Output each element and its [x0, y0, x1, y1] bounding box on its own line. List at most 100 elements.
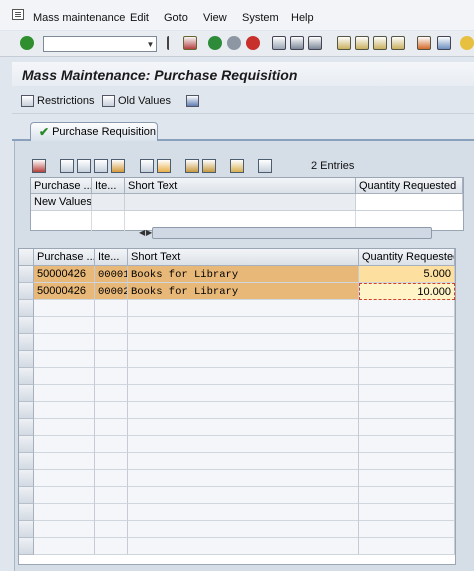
empty-cell[interactable] — [95, 538, 128, 555]
empty-cell[interactable] — [359, 402, 455, 419]
row-selector[interactable] — [19, 470, 34, 487]
find-icon[interactable] — [290, 36, 304, 50]
print-preview-icon[interactable] — [258, 159, 272, 173]
empty-cell[interactable] — [359, 368, 455, 385]
empty-cell[interactable] — [128, 368, 359, 385]
empty-cell[interactable] — [128, 317, 359, 334]
empty-cell[interactable] — [95, 317, 128, 334]
row-selector[interactable] — [19, 504, 34, 521]
empty-cell[interactable] — [128, 453, 359, 470]
empty-cell[interactable] — [359, 470, 455, 487]
row-selector[interactable] — [19, 453, 34, 470]
empty-cell[interactable] — [95, 436, 128, 453]
empty-cell[interactable] — [359, 385, 455, 402]
empty-cell[interactable] — [128, 419, 359, 436]
empty-cell[interactable] — [34, 504, 95, 521]
header-purchase[interactable]: Purchase ... — [34, 249, 95, 266]
sum-icon[interactable] — [230, 159, 244, 173]
select-all-rows-icon[interactable] — [19, 249, 34, 266]
sort-ascending-icon[interactable] — [185, 159, 199, 173]
row-selector[interactable] — [19, 368, 34, 385]
row-selector[interactable] — [19, 402, 34, 419]
empty-cell[interactable] — [95, 521, 128, 538]
cell-item[interactable]: 00002 — [95, 283, 128, 300]
empty-cell[interactable] — [359, 487, 455, 504]
empty-cell[interactable] — [34, 453, 95, 470]
empty-cell[interactable] — [128, 436, 359, 453]
help-icon[interactable] — [460, 36, 474, 50]
upper-header-item[interactable]: Ite... — [92, 178, 125, 194]
cell-purchase[interactable]: 50000426 — [34, 266, 95, 283]
empty-cell[interactable] — [128, 300, 359, 317]
empty-cell[interactable] — [128, 385, 359, 402]
row-selector[interactable] — [19, 436, 34, 453]
empty-cell[interactable] — [359, 351, 455, 368]
empty-cell[interactable] — [34, 538, 95, 555]
first-page-icon[interactable] — [337, 36, 351, 50]
empty-cell[interactable] — [95, 300, 128, 317]
row-selector[interactable] — [19, 283, 34, 300]
command-field[interactable] — [43, 36, 157, 52]
empty-cell[interactable] — [128, 538, 359, 555]
row-selector[interactable] — [19, 334, 34, 351]
cancel-icon[interactable] — [246, 36, 260, 50]
back-icon[interactable] — [208, 36, 222, 50]
row-selector[interactable] — [19, 300, 34, 317]
header-short-text[interactable]: Short Text — [128, 249, 359, 266]
empty-cell[interactable] — [95, 402, 128, 419]
save-icon[interactable] — [183, 36, 197, 50]
empty-cell[interactable] — [34, 521, 95, 538]
filter-icon[interactable] — [202, 159, 216, 173]
upper-header-purchase[interactable]: Purchase ... — [31, 178, 92, 194]
menu-help[interactable]: Help — [291, 12, 314, 24]
chevron-down-icon[interactable]: ▼ — [145, 37, 156, 51]
menu-system[interactable]: System — [242, 12, 279, 24]
prev-page-icon[interactable] — [355, 36, 369, 50]
empty-cell[interactable] — [128, 487, 359, 504]
last-page-icon[interactable] — [391, 36, 405, 50]
menu-view[interactable]: View — [203, 12, 227, 24]
empty-cell[interactable] — [34, 385, 95, 402]
empty-cell[interactable] — [128, 351, 359, 368]
new-session-icon[interactable] — [417, 36, 431, 50]
row-selector[interactable] — [19, 317, 34, 334]
row-selector[interactable] — [19, 538, 34, 555]
print-icon[interactable] — [272, 36, 286, 50]
row-selector[interactable] — [19, 487, 34, 504]
cell-item[interactable]: 00001 — [95, 266, 128, 283]
cell-quantity[interactable]: 5.000 — [359, 266, 455, 283]
upper-header-short-text[interactable]: Short Text — [125, 178, 356, 194]
empty-cell[interactable] — [95, 504, 128, 521]
empty-cell[interactable] — [34, 334, 95, 351]
refresh-button[interactable] — [186, 95, 199, 107]
empty-cell[interactable] — [128, 504, 359, 521]
shortcut-icon[interactable] — [437, 36, 451, 50]
next-page-icon[interactable] — [373, 36, 387, 50]
cell-quantity-focused[interactable]: 10.000 — [359, 283, 455, 300]
menu-goto[interactable]: Goto — [164, 12, 188, 24]
empty-cell[interactable] — [128, 521, 359, 538]
horizontal-scrollbar[interactable] — [152, 227, 432, 239]
empty-cell[interactable] — [95, 470, 128, 487]
empty-cell[interactable] — [95, 453, 128, 470]
empty-cell[interactable] — [128, 334, 359, 351]
header-quantity[interactable]: Quantity Requested — [359, 249, 455, 266]
scroll-left-icon[interactable]: ◀ — [139, 228, 145, 237]
empty-cell[interactable] — [95, 419, 128, 436]
cell-purchase[interactable]: 50000426 — [34, 283, 95, 300]
empty-cell[interactable] — [95, 334, 128, 351]
row-selector[interactable] — [19, 385, 34, 402]
layout-icon[interactable] — [157, 159, 171, 173]
restrictions-button[interactable]: Restrictions — [21, 95, 94, 107]
row-selector[interactable] — [19, 351, 34, 368]
empty-cell[interactable] — [34, 402, 95, 419]
empty-cell[interactable] — [34, 470, 95, 487]
empty-cell[interactable] — [359, 419, 455, 436]
tab-purchase-requisition[interactable]: ✔ Purchase Requisition — [30, 122, 158, 141]
empty-cell[interactable] — [95, 368, 128, 385]
empty-cell[interactable] — [34, 368, 95, 385]
details-icon[interactable] — [32, 159, 46, 173]
empty-cell[interactable] — [34, 300, 95, 317]
exit-icon[interactable] — [227, 36, 241, 50]
empty-cell[interactable] — [34, 419, 95, 436]
